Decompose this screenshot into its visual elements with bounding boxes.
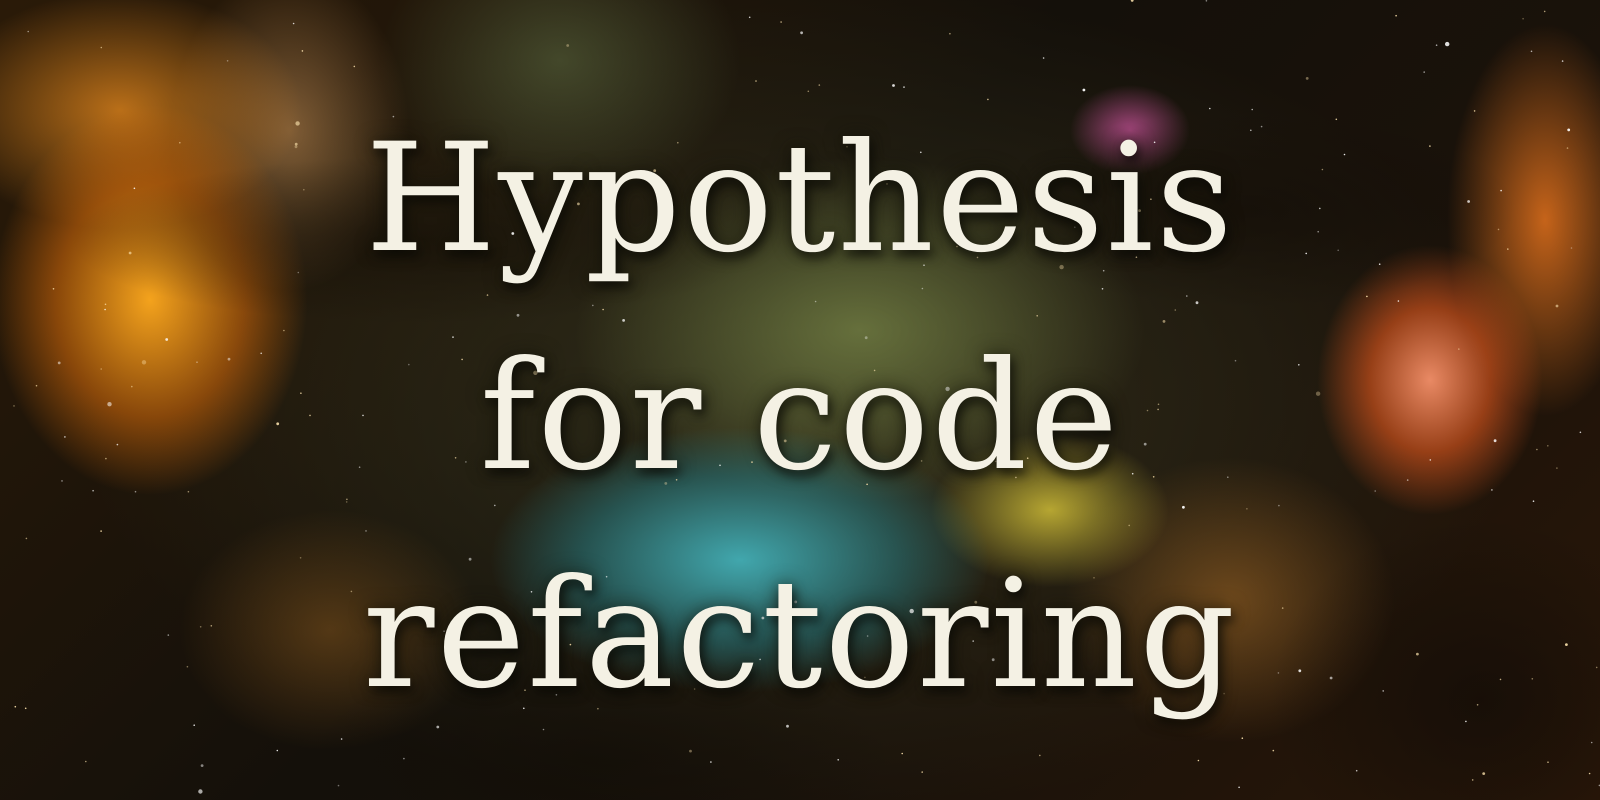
star [1305,77,1309,80]
star [800,31,803,35]
star [1238,786,1240,789]
star [1423,71,1425,73]
star [1547,761,1549,763]
star [689,749,692,753]
star [301,50,304,52]
star [1039,754,1041,757]
star [1471,779,1474,781]
star [1205,0,1208,2]
title-line-3: refactoring [362,548,1238,722]
star [337,784,340,787]
star [85,760,87,763]
star [353,65,356,68]
star [200,764,204,767]
star [566,44,570,47]
star [892,84,895,87]
hero-banner: Hypothesis for code refactoring [0,0,1600,800]
star [276,749,279,752]
star [1522,17,1524,20]
star [748,16,751,19]
star [1355,769,1358,772]
page-title: Hypothesis for code refactoring [0,90,1600,744]
star [818,84,821,86]
star [226,60,229,62]
star [1272,749,1275,752]
star [1530,50,1533,53]
star [1435,44,1438,46]
star [1543,10,1546,13]
star [755,80,757,82]
star [1482,772,1486,775]
star [403,757,405,760]
title-line-1: Hypothesis [365,112,1235,286]
title-line-2: for code [479,330,1121,504]
star [1588,772,1591,775]
star [837,759,839,761]
star [949,32,951,35]
star [100,46,103,49]
star [1197,759,1200,762]
star [1445,41,1450,47]
star [921,771,923,773]
star [198,789,203,794]
star [710,761,712,763]
star [27,30,30,33]
star [1395,14,1397,17]
star [780,21,782,23]
star [903,86,905,88]
star [1130,0,1134,2]
star [292,22,295,25]
star [1042,57,1045,59]
star [901,752,903,755]
star [1561,60,1564,62]
